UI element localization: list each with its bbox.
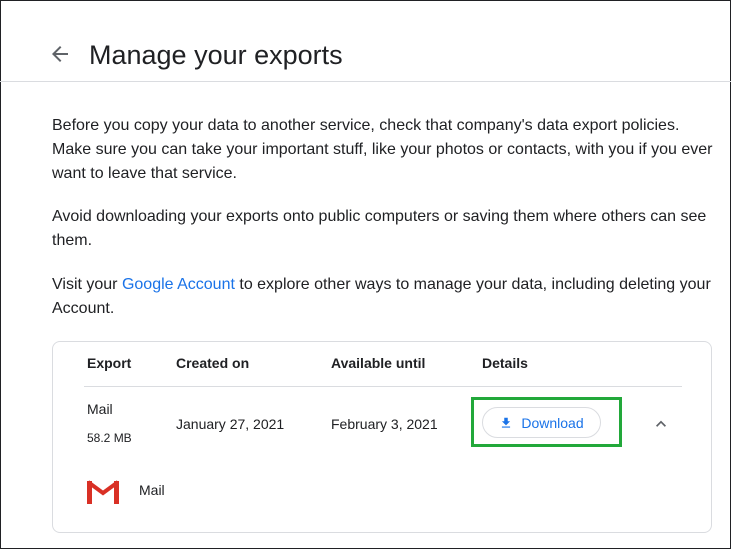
column-header-available-until: Available until xyxy=(331,355,426,371)
intro-paragraph-1: Before you copy your data to another ser… xyxy=(52,117,713,182)
download-button[interactable]: Download xyxy=(482,407,601,438)
page-title: Manage your exports xyxy=(89,40,343,70)
export-name: Mail xyxy=(87,401,113,417)
available-until-value: February 3, 2021 xyxy=(331,416,438,432)
download-button-label: Download xyxy=(521,414,584,431)
export-size: 58.2 MB xyxy=(87,431,132,445)
arrow-back-icon[interactable] xyxy=(48,42,72,66)
page-header: Manage your exports xyxy=(0,0,731,82)
column-header-created-on: Created on xyxy=(176,355,250,371)
intro-paragraph-2: Avoid downloading your exports onto publ… xyxy=(52,208,707,249)
paragraph-3-prefix: Visit your xyxy=(52,276,122,293)
product-mail-label: Mail xyxy=(139,482,165,498)
chevron-up-icon[interactable] xyxy=(651,414,671,434)
column-header-export: Export xyxy=(87,355,132,371)
intro-paragraph-3: Visit your Google Account to explore oth… xyxy=(52,273,717,321)
created-on-value: January 27, 2021 xyxy=(176,416,285,432)
google-account-link[interactable]: Google Account xyxy=(122,276,235,293)
table-divider xyxy=(84,386,682,387)
column-header-details: Details xyxy=(482,355,528,371)
download-icon xyxy=(502,417,511,428)
gmail-icon xyxy=(87,480,119,504)
